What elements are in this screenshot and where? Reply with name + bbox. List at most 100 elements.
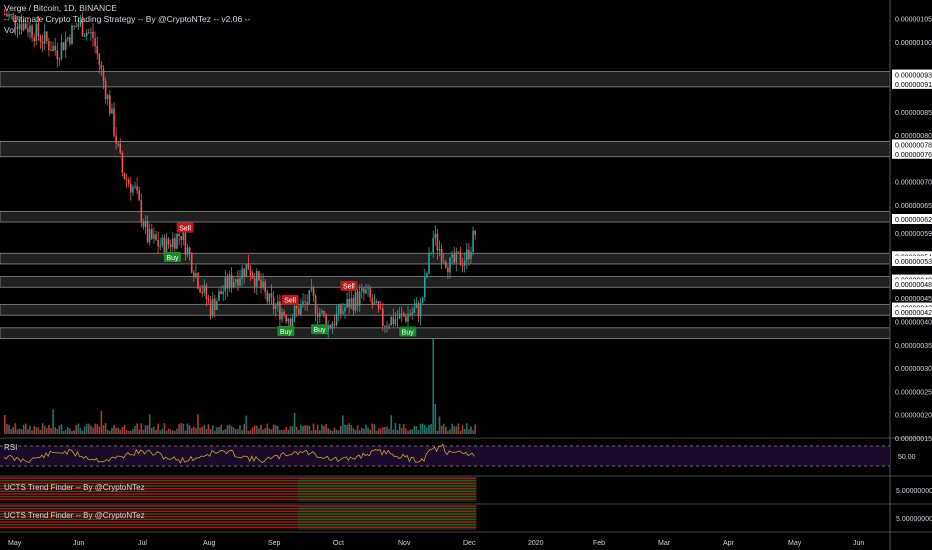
candle-body [22,23,25,31]
volume-bar [323,426,325,434]
volume-bar [216,427,218,434]
volume-bar [71,430,73,434]
signal-buy-label: Buy [166,255,179,262]
candle-body [33,37,35,42]
candle-body [333,323,336,325]
volume-bar [302,425,304,434]
volume-bar [205,428,208,434]
candle-body [411,312,413,316]
volume-bar [417,430,420,434]
candle-body [373,302,376,305]
volume-bar [203,425,206,434]
volume-bar [90,425,92,434]
volume-bar [60,424,63,434]
volume-bar [56,428,59,434]
candle-body [277,301,279,306]
volume-bar [39,429,42,434]
volume-bar [121,426,124,434]
volume-bar [232,427,235,434]
candle-body [241,268,243,279]
candle-body [182,231,185,240]
volume-bar [470,426,472,434]
candle-body [130,183,132,193]
volume-bar [73,430,75,434]
time-axis[interactable]: May Jun Jul Aug Sep Oct Nov Dec 2020 Feb Mar Apr May… [8,540,864,547]
volume-bar [398,423,401,434]
candle-body [396,318,399,320]
candle-body [461,265,464,267]
volume-bar [188,425,191,434]
volume-bar [247,430,250,434]
volume-bar [29,425,31,434]
candle-body [352,297,355,311]
price-tick-label: 0.00000080 [895,133,932,140]
volume-bar [314,429,317,434]
candle-body [155,234,157,240]
candle-body [377,301,380,309]
volume-bar [142,429,145,434]
candle-body [167,238,170,245]
volume-bar [199,427,201,434]
chart-svg[interactable]: Buy Sell Sell Buy Buy Sell Buy 50.00 5.0000000… [0,0,932,550]
volume-bar [159,430,161,434]
candle-body [434,233,437,239]
volume-bar [337,430,340,434]
price-axis[interactable]: 0.00000105 0.00000100 0.00000093 0.00000091… [892,17,932,443]
time-tick-label: Jun [853,540,864,547]
candle-body [140,200,143,223]
volume-bar [138,429,140,434]
volume-bar [394,423,397,434]
volume-bar [384,427,386,434]
volume-bar [382,427,384,434]
rsi-pane: 50.00 [0,443,916,467]
signal-sell-label: Sell [343,284,355,291]
candle-body [323,310,325,316]
candle-body [306,302,308,305]
candle-body [245,264,248,278]
volume-bar [197,414,199,434]
volume-bar [253,425,256,434]
trend1-value: 5.00000000 [896,488,932,495]
candle-body [211,298,214,316]
candle-body [367,288,369,290]
volume-bar [184,430,187,434]
volume-bar [295,426,298,434]
candle-body [283,311,285,316]
price-tick-label: 0.00000045 [895,296,932,303]
candle-body [371,297,374,305]
candle-body [96,46,98,54]
volume-bar [379,428,382,434]
candle-body [445,261,447,268]
candle-body [298,308,300,315]
volume-bar [132,429,134,434]
volume-bar [69,428,71,434]
candle-body [60,42,63,59]
candle-body [146,221,149,243]
volume-bar [83,426,86,434]
volume-bar [350,424,353,434]
candle-body [106,95,109,100]
candle-body [169,244,172,248]
signal-sell-label: Sell [179,225,191,232]
volume-bar [182,423,185,434]
candle-body [216,300,218,311]
volume-bar [421,423,424,434]
candle-body [16,26,19,29]
time-tick-label: Jul [138,540,147,547]
price-tick-label: 0.00000040 [895,320,932,327]
candle-body [251,275,254,279]
signal-buy-label: Buy [313,327,326,334]
candle-body [270,293,273,298]
volume-bar [85,423,88,434]
candle-body [190,254,193,273]
volume-series [4,338,476,434]
candle-body [186,247,189,255]
volume-bar [4,415,6,434]
candle-body [197,273,199,289]
candle-body [73,25,75,27]
volume-bar [123,425,126,434]
candle-body [256,271,258,287]
volume-bar [474,424,476,434]
volume-bar [140,423,143,434]
price-tick-label: 0.00000070 [895,180,932,187]
